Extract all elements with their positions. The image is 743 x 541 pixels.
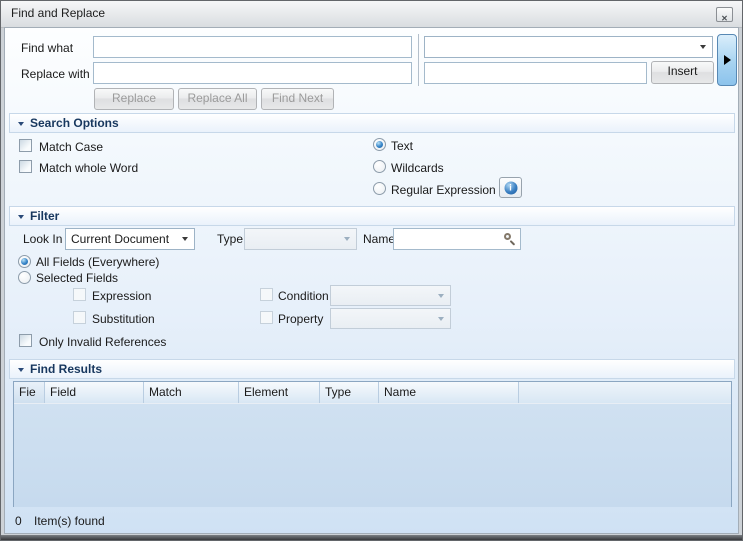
only-invalid-references-label: Only Invalid References — [39, 335, 166, 350]
column-header-empty — [519, 382, 731, 403]
chevron-down-icon — [182, 237, 188, 241]
replace-button[interactable]: Replace — [94, 88, 174, 110]
close-button[interactable]: ✕ — [716, 7, 733, 22]
name-label: Name — [363, 232, 395, 247]
match-case-checkbox[interactable] — [19, 139, 32, 152]
regular-expression-radio-label: Regular Expression — [391, 183, 496, 198]
regex-help-button[interactable]: i — [499, 177, 522, 198]
find-results-header[interactable]: Find Results — [9, 359, 735, 379]
substitution-label: Substitution — [92, 312, 155, 327]
filter-title: Filter — [30, 209, 59, 223]
result-count: 0 — [15, 514, 22, 529]
insert-button[interactable]: Insert — [651, 61, 714, 84]
find-what-input[interactable] — [93, 36, 412, 58]
info-icon: i — [504, 181, 517, 194]
column-header-fie[interactable]: Fie — [14, 382, 45, 403]
condition-label: Condition — [278, 289, 329, 304]
selected-fields-radio[interactable] — [18, 271, 31, 284]
chevron-down-icon — [438, 294, 444, 298]
chevron-down-icon — [344, 237, 350, 241]
title-bar[interactable]: Find and Replace ✕ — [1, 1, 742, 28]
all-fields-radio[interactable] — [18, 255, 31, 268]
match-case-label: Match Case — [39, 140, 103, 155]
chevron-down-icon — [438, 317, 444, 321]
substitution-checkbox[interactable] — [73, 311, 86, 324]
find-and-replace-dialog: Find and Replace ✕ Find what Replace wit… — [0, 0, 743, 541]
column-header-name[interactable]: Name — [379, 382, 519, 403]
chevron-down-icon — [700, 45, 706, 49]
replace-with-label: Replace with — [21, 67, 90, 82]
type-label: Type — [217, 232, 243, 247]
collapse-icon — [18, 122, 24, 126]
all-fields-label: All Fields (Everywhere) — [36, 255, 159, 270]
collapse-icon — [18, 215, 24, 219]
close-icon: ✕ — [721, 14, 728, 23]
expression-checkbox[interactable] — [73, 288, 86, 301]
selected-fields-label: Selected Fields — [36, 271, 118, 286]
wildcards-radio[interactable] — [373, 160, 386, 173]
find-what-label: Find what — [21, 41, 73, 56]
property-checkbox[interactable] — [260, 311, 273, 324]
name-input[interactable] — [393, 228, 521, 250]
property-dropdown[interactable] — [330, 308, 451, 329]
column-header-element[interactable]: Element — [239, 382, 320, 403]
results-list[interactable] — [14, 404, 731, 507]
result-count-text: Item(s) found — [34, 514, 105, 529]
expression-dropdown[interactable] — [424, 36, 713, 58]
search-options-title: Search Options — [30, 116, 119, 130]
search-options-header[interactable]: Search Options — [9, 113, 735, 133]
text-radio-label: Text — [391, 139, 413, 154]
type-dropdown[interactable] — [244, 228, 357, 250]
look-in-value: Current Document — [71, 232, 169, 246]
column-header-match[interactable]: Match — [144, 382, 239, 403]
column-header-type[interactable]: Type — [320, 382, 379, 403]
expression-input[interactable] — [424, 62, 647, 84]
vertical-separator — [418, 34, 419, 86]
filter-header[interactable]: Filter — [9, 206, 735, 226]
expression-label: Expression — [92, 289, 151, 304]
find-next-button[interactable]: Find Next — [261, 88, 334, 110]
window-title: Find and Replace — [11, 1, 105, 26]
column-header-field[interactable]: Field — [45, 382, 144, 403]
regular-expression-radio[interactable] — [373, 182, 386, 195]
look-in-label: Look In — [23, 232, 62, 247]
replace-all-button[interactable]: Replace All — [178, 88, 257, 110]
match-whole-word-checkbox[interactable] — [19, 160, 32, 173]
text-radio[interactable] — [373, 138, 386, 151]
condition-dropdown[interactable] — [330, 285, 451, 306]
collapse-icon — [18, 368, 24, 372]
match-whole-word-label: Match whole Word — [39, 161, 138, 176]
replace-with-input[interactable] — [93, 62, 412, 84]
look-in-dropdown[interactable]: Current Document — [65, 228, 195, 250]
only-invalid-references-checkbox[interactable] — [19, 334, 32, 347]
property-label: Property — [278, 312, 323, 327]
results-table-header: Fie Field Match Element Type Name — [14, 382, 731, 404]
results-table: Fie Field Match Element Type Name — [13, 381, 732, 507]
find-results-title: Find Results — [30, 362, 102, 376]
wildcards-radio-label: Wildcards — [391, 161, 444, 176]
condition-checkbox[interactable] — [260, 288, 273, 301]
expand-panel-button[interactable] — [717, 34, 737, 86]
window-bottom-edge — [1, 535, 742, 540]
search-icon[interactable] — [503, 232, 518, 247]
